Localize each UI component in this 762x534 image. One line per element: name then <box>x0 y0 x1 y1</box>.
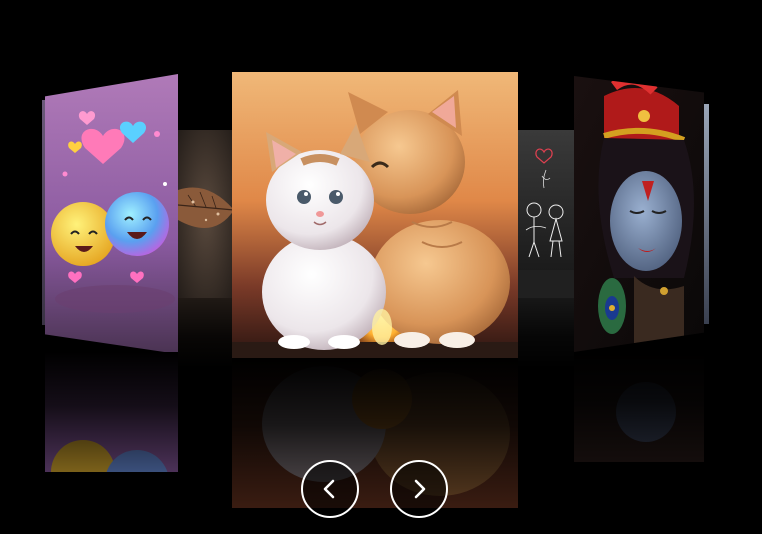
slide-sketch-couple[interactable] <box>516 130 574 298</box>
slide-kittens-sunset-reflection <box>232 358 518 508</box>
next-slide-button[interactable] <box>390 460 448 518</box>
emoji-hearts-image <box>45 74 178 354</box>
slide-sketch-couple-reflection <box>516 298 574 368</box>
slide-edge-right[interactable] <box>704 104 709 324</box>
sketch-couple-image <box>516 130 574 298</box>
slide-krishna[interactable] <box>574 76 704 352</box>
autumn-leaf-image <box>178 130 234 298</box>
kittens-sunset-image <box>232 72 518 358</box>
krishna-image <box>574 76 704 352</box>
coverflow-gallery <box>0 0 762 534</box>
slide-krishna-reflection <box>574 352 704 462</box>
slide-emoji-hearts-reflection <box>45 352 178 472</box>
slide-emoji-hearts[interactable] <box>45 74 178 354</box>
slide-autumn-leaf-reflection <box>178 298 234 368</box>
chevron-left-icon <box>323 479 335 499</box>
prev-slide-button[interactable] <box>301 460 359 518</box>
chevron-right-icon <box>414 479 426 499</box>
slide-autumn-leaf[interactable] <box>178 130 234 298</box>
slide-kittens-sunset[interactable] <box>232 72 518 358</box>
